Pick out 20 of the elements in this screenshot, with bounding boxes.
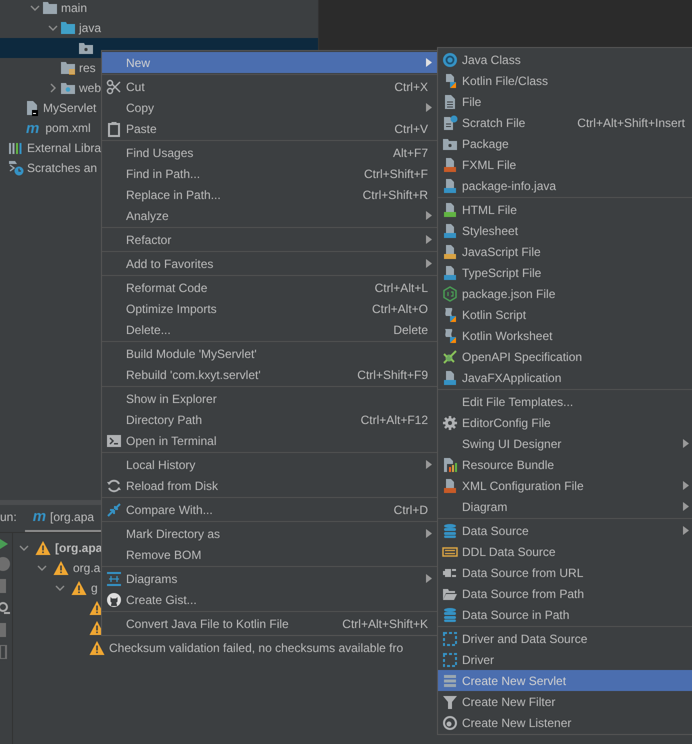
shortcut-label: Ctrl+Shift+F9 xyxy=(356,366,428,384)
log-message: [org.apa xyxy=(55,540,102,557)
maven-icon: m xyxy=(32,506,46,528)
shortcut-label: Ctrl+X xyxy=(393,78,428,96)
shortcut-label: Alt+F7 xyxy=(392,144,428,162)
shortcut-label: Ctrl+D xyxy=(392,502,428,518)
shortcut-label: Ctrl+Shift+R xyxy=(362,186,428,204)
panel-title: un: xyxy=(0,509,17,526)
shortcut-label: Ctrl+Alt+Shift+K xyxy=(341,616,428,632)
log-message: org.a xyxy=(73,560,100,577)
maven-icon: m xyxy=(26,120,40,136)
shortcut-label: Ctrl+Alt+Shift+Insert xyxy=(576,114,685,132)
shortcut-label: Ctrl+Shift+F xyxy=(362,166,428,182)
shortcut-label: Ctrl+Alt+O xyxy=(370,300,428,318)
shortcut-label: Ctrl+Alt+L xyxy=(374,280,428,296)
shortcut-label: Ctrl+V xyxy=(393,120,428,138)
log-message: g xyxy=(91,580,98,597)
shortcut-label: Ctrl+Alt+F12 xyxy=(360,412,428,428)
log-message: Checksum validation failed, no checksums available fro xyxy=(109,640,404,657)
shortcut-label: Delete xyxy=(392,322,428,338)
